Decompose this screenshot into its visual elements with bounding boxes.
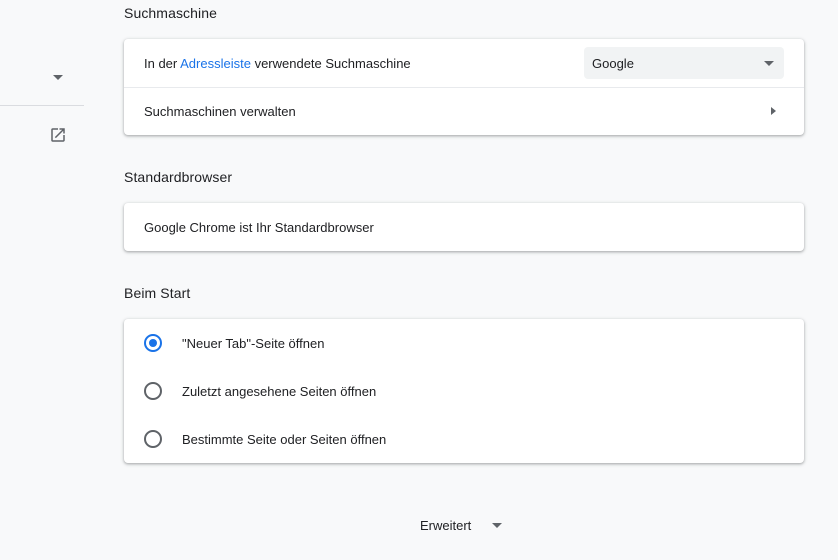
sidebar-divider [0,105,84,106]
on-startup-card: "Neuer Tab"-Seite öffnen Zuletzt angeseh… [124,319,804,463]
startup-option-specific-pages[interactable]: Bestimmte Seite oder Seiten öffnen [124,415,804,463]
address-bar-label-prefix: In der [144,55,181,71]
startup-option-label: Bestimmte Seite oder Seiten öffnen [182,431,387,447]
search-engine-select-value: Google [592,55,634,71]
manage-search-engines-label: Suchmaschinen verwalten [144,104,296,119]
startup-option-label: Zuletzt angesehene Seiten öffnen [182,383,377,399]
open-in-new-icon[interactable] [49,126,67,144]
search-engine-select[interactable]: Google [584,47,784,79]
chevron-down-icon[interactable] [53,75,63,80]
startup-option-continue[interactable]: Zuletzt angesehene Seiten öffnen [124,367,804,415]
sidebar-fragment [0,0,84,160]
default-browser-card: Google Chrome ist Ihr Standardbrowser [124,203,804,251]
address-bar-search-engine-row: In der Adressleiste verwendete Suchmasch… [124,39,804,87]
radio-button[interactable] [144,382,162,400]
caret-down-icon [492,523,503,528]
radio-button-checked[interactable] [144,334,162,352]
default-browser-section-title: Standardbrowser [124,169,233,185]
radio-button[interactable] [144,430,162,448]
caret-down-icon [764,60,774,66]
default-browser-row: Google Chrome ist Ihr Standardbrowser [124,203,804,251]
on-startup-section-title: Beim Start [124,285,191,301]
startup-option-new-tab[interactable]: "Neuer Tab"-Seite öffnen [124,319,804,367]
search-engine-card: In der Adressleiste verwendete Suchmasch… [124,39,804,135]
startup-option-label: "Neuer Tab"-Seite öffnen [182,335,325,351]
advanced-settings-toggle[interactable]: Erweitert [420,518,503,533]
search-engine-section-title: Suchmaschine [124,5,218,21]
address-bar-label-suffix: verwendete Suchmaschine [250,55,411,71]
advanced-settings-label: Erweitert [420,518,472,533]
default-browser-status: Google Chrome ist Ihr Standardbrowser [144,219,374,235]
manage-search-engines-row[interactable]: Suchmaschinen verwalten [124,87,804,135]
address-bar-link[interactable]: Adressleiste [180,56,251,71]
caret-right-icon [771,107,776,115]
